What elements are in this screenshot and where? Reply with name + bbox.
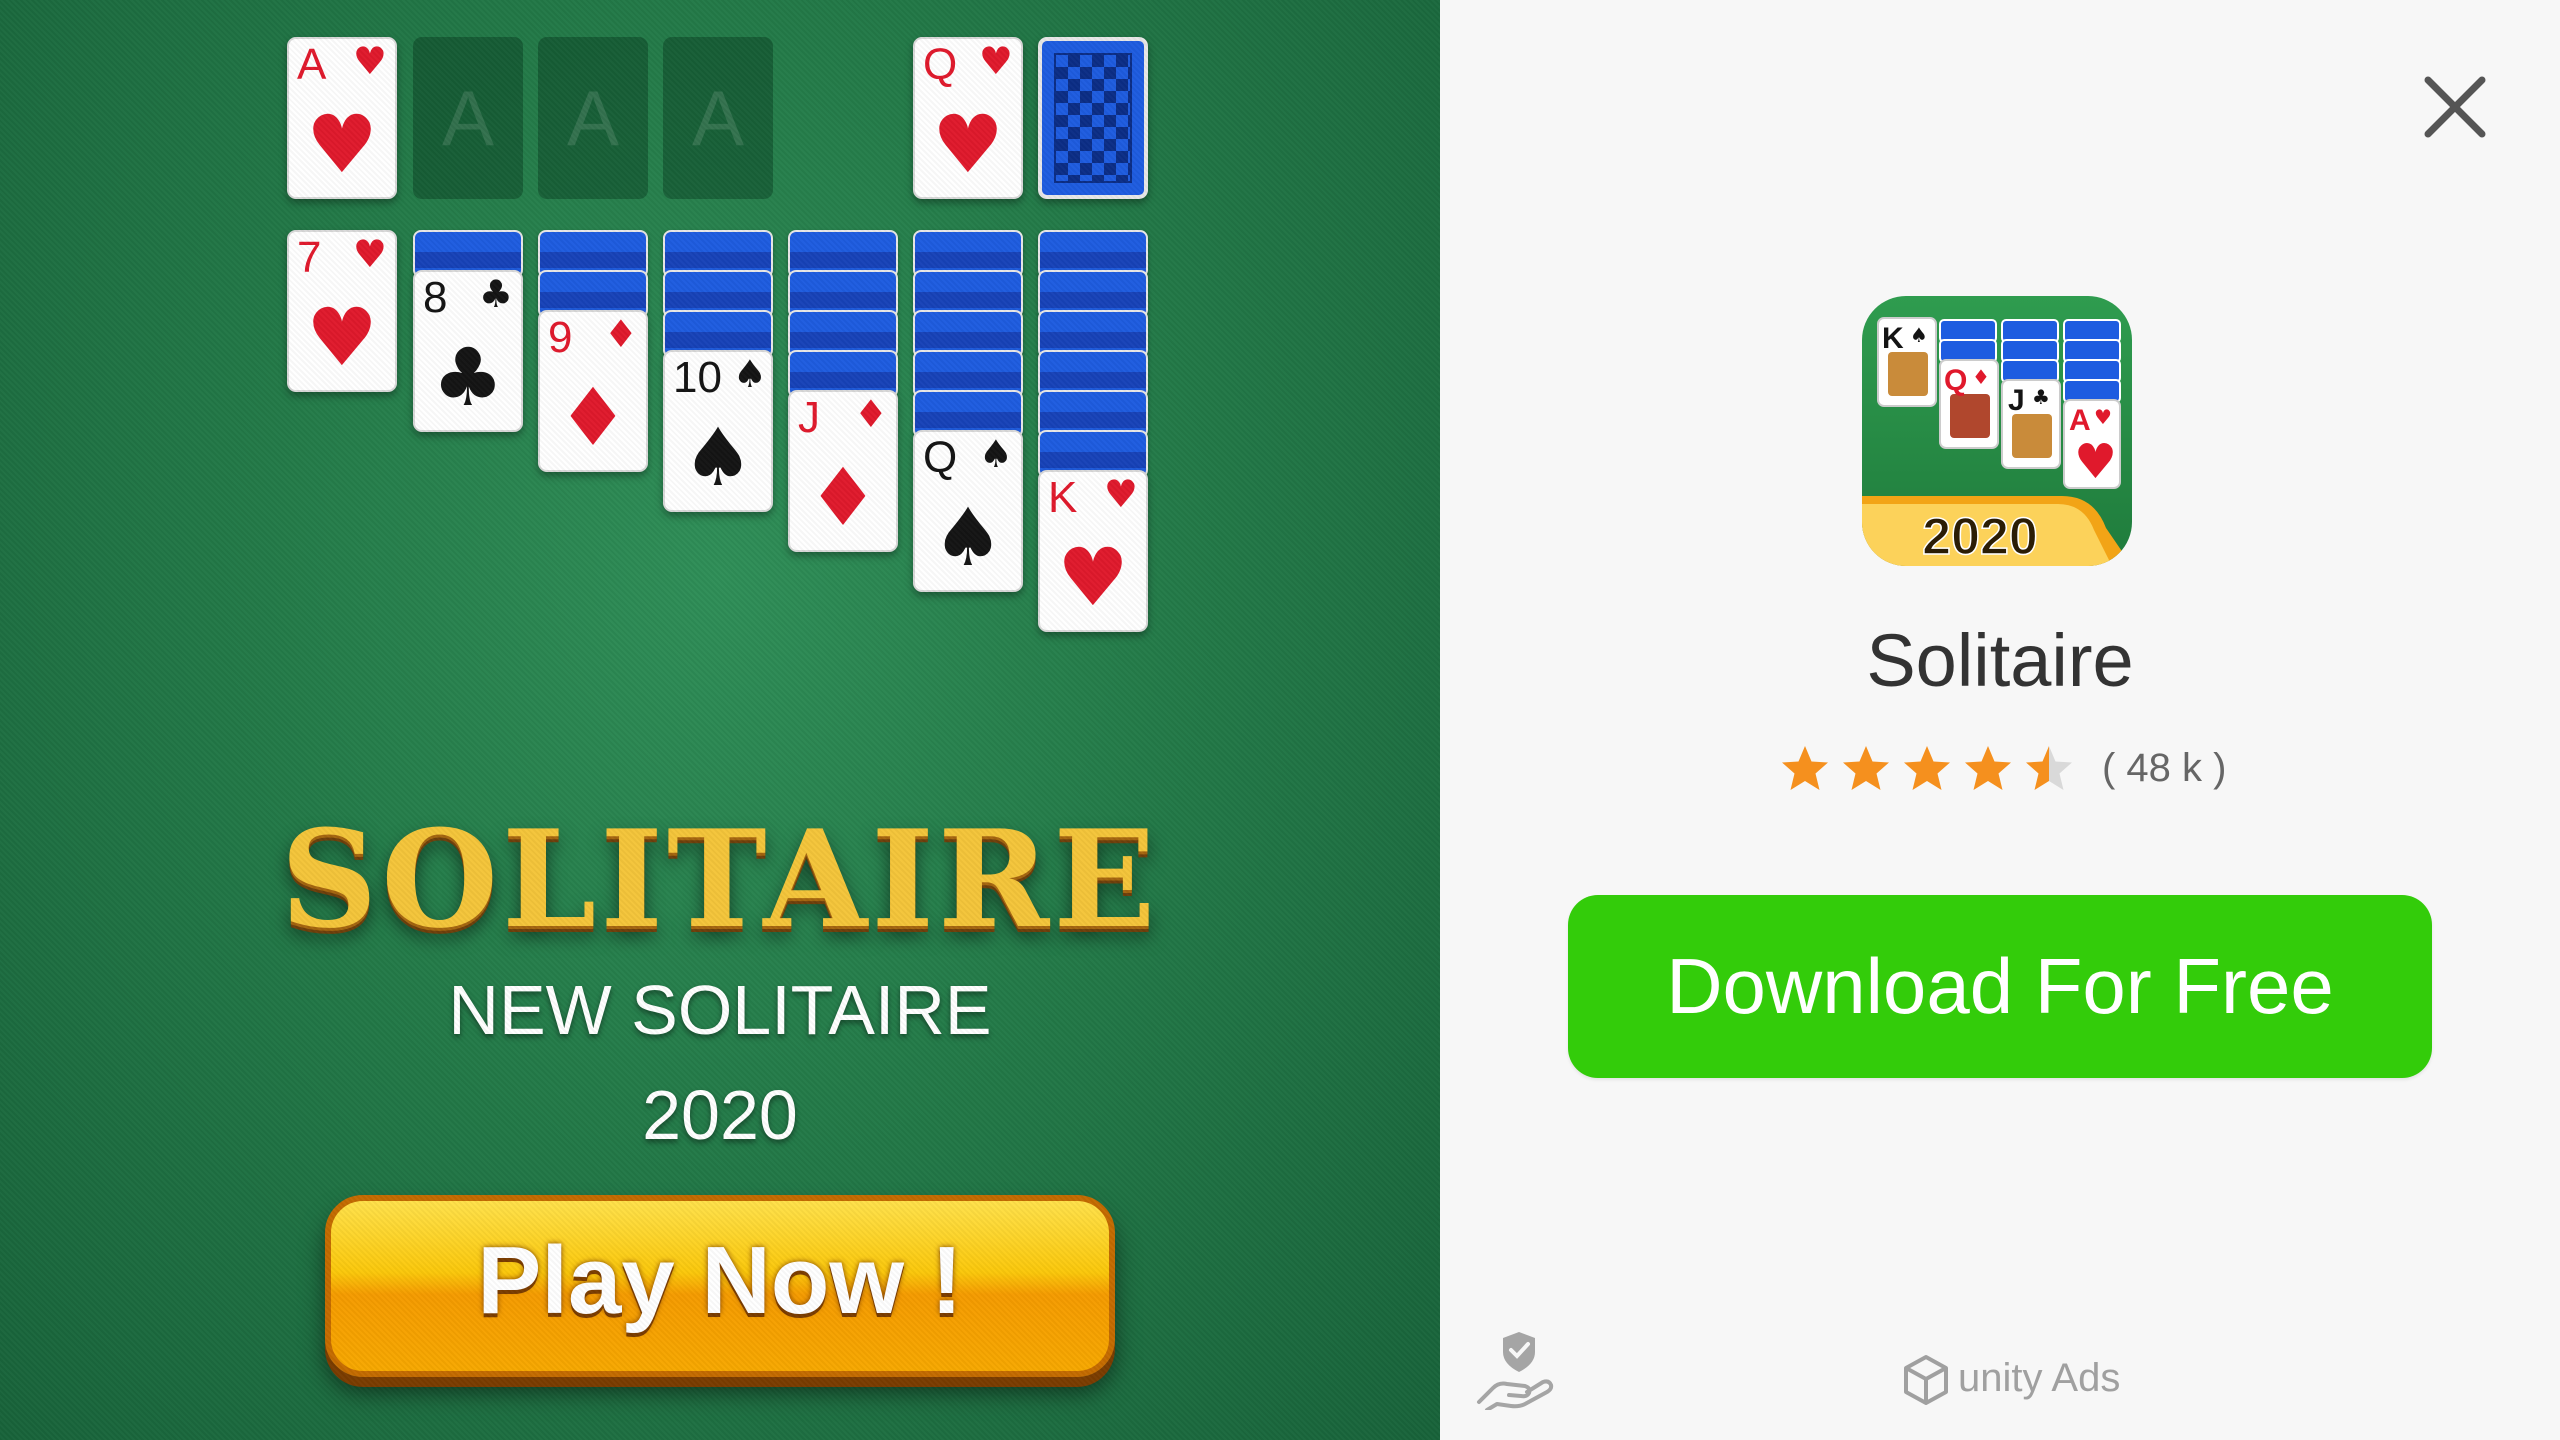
card-rank: 7 (297, 233, 322, 282)
card-rank: K (1048, 473, 1078, 522)
close-icon (2424, 76, 2486, 138)
play-now-button[interactable]: Play Now ! (325, 1195, 1115, 1377)
diamond-suit-icon: ♦ (603, 312, 638, 356)
card-rank: Q (923, 40, 958, 89)
heart-suit-icon: ♥ (352, 232, 387, 276)
card-rank: Q (923, 433, 958, 482)
slot-letter: A (691, 74, 745, 162)
tableau-card-9-diamonds: 9 ♦ ♦ (538, 310, 648, 472)
spade-suit-icon: ♠ (732, 352, 767, 396)
slot-letter: A (566, 74, 620, 162)
ad-subtitle-line2: 2020 (642, 1076, 798, 1154)
tableau-card-10-spades: 10 ♠ ♠ (663, 350, 773, 512)
slot-letter: A (441, 74, 495, 162)
game-title-logo: SOLITAIRE (280, 800, 1160, 958)
app-icon-artwork: K ♠ Q ♦ J ♣ A ♥ ♥ 2020 (1862, 317, 2132, 566)
card-rank: 8 (423, 273, 448, 322)
spade-suit-icon: ♠ (682, 411, 754, 504)
unity-logo-icon (1904, 1355, 1948, 1405)
empty-foundation-slot: A (538, 37, 648, 199)
privacy-button[interactable] (1475, 1328, 1557, 1412)
app-icon-jack-rank: J (2008, 384, 2025, 417)
card-rank: 9 (548, 313, 573, 362)
tableau-card-8-clubs: 8 ♣ ♣ (413, 270, 523, 432)
tableau-card-queen-spades: Q ♠ ♠ (913, 430, 1023, 592)
empty-foundation-slot: A (413, 37, 523, 199)
app-icon-year: 2020 (1922, 508, 2038, 566)
card-rank: 10 (673, 353, 722, 402)
app-icon-king-rank: K (1882, 322, 1904, 355)
tableau-card-jack-diamonds: J ♦ ♦ (788, 390, 898, 552)
spade-suit-icon: ♠ (978, 432, 1013, 476)
play-now-button-label: Play Now ! (477, 1227, 963, 1334)
app-icon-queen-rank: Q (1944, 364, 1967, 397)
club-suit-icon: ♣ (432, 331, 504, 424)
app-icon-ace-suit: ♥ (2094, 405, 2112, 429)
heart-suit-icon: ♥ (978, 39, 1013, 83)
download-button[interactable]: Download For Free (1568, 895, 2432, 1078)
privacy-hand-shield-icon (1477, 1332, 1554, 1412)
spade-suit-icon: ♠ (932, 491, 1004, 584)
ad-subtitle-line1: NEW SOLITAIRE (448, 971, 992, 1049)
app-title: Solitaire (1866, 619, 2134, 702)
app-icon-king-suit: ♠ (1910, 323, 1928, 347)
heart-suit-icon: ♥ (352, 39, 387, 83)
card-rank: A (297, 40, 327, 89)
unity-ads-label: unity Ads (1958, 1356, 2121, 1400)
star-icon (1904, 746, 1950, 790)
app-icon-ace-rank: A (2069, 404, 2091, 437)
ad-creative[interactable]: A ♥ ♥ A A A Q ♥ ♥ 7 ♥ ♥ 8 ♣ ♣ 9 ♦ ♦ 10 ♠… (0, 0, 1440, 1440)
diamond-suit-icon: ♦ (807, 451, 879, 544)
card-back-pattern (1054, 53, 1132, 183)
heart-suit-icon: ♥ (306, 98, 378, 191)
empty-foundation-slot: A (663, 37, 773, 199)
app-icon-jack-suit: ♣ (2032, 385, 2050, 409)
app-icon[interactable]: K ♠ Q ♦ J ♣ A ♥ ♥ 2020 (1862, 296, 2132, 566)
star-icon (1843, 746, 1889, 790)
diamond-suit-icon: ♦ (557, 371, 629, 464)
club-suit-icon: ♣ (478, 272, 513, 316)
star-half-icon (2026, 746, 2072, 790)
star-icon (1782, 746, 1828, 790)
download-button-label: Download For Free (1666, 942, 2334, 1030)
close-button[interactable] (2420, 72, 2490, 142)
tableau-card-7-hearts: 7 ♥ ♥ (287, 230, 397, 392)
unity-ads-logo: unity Ads (1900, 1352, 2120, 1408)
rating-count: ( 48 k ) (2102, 746, 2227, 790)
card-rank: J (798, 393, 820, 442)
app-icon-ace-big-suit: ♥ (2074, 434, 2117, 490)
heart-suit-icon: ♥ (1057, 531, 1129, 624)
app-icon-queen-suit: ♦ (1972, 365, 1990, 389)
heart-suit-icon: ♥ (306, 291, 378, 384)
tableau-card-king-hearts: K ♥ ♥ (1038, 470, 1148, 632)
foundation-card-ace-hearts: A ♥ ♥ (287, 37, 397, 199)
waste-card-queen-hearts: Q ♥ ♥ (913, 37, 1023, 199)
rating-row: ( 48 k ) (1780, 744, 2226, 800)
diamond-suit-icon: ♦ (853, 392, 888, 436)
heart-suit-icon: ♥ (1103, 472, 1138, 516)
star-icon (1965, 746, 2011, 790)
heart-suit-icon: ♥ (932, 98, 1004, 191)
stock-pile-card-back (1038, 37, 1148, 199)
